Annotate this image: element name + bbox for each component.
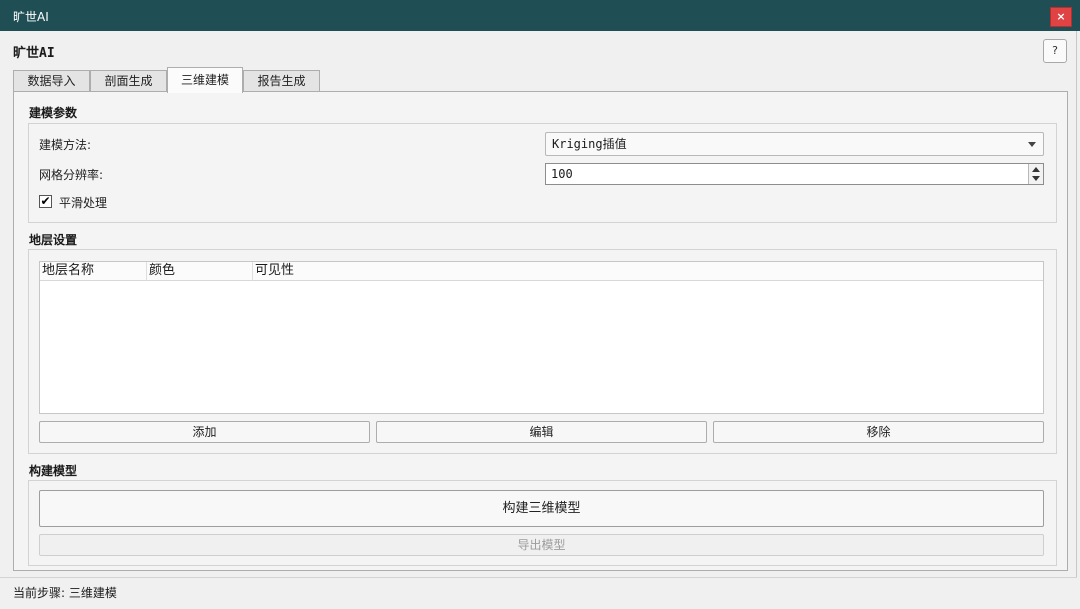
tab-panel-3d-modeling: 建模参数 建模方法: Kriging插值 网格分辨率: 100 ✔ 平滑处理 地… — [13, 91, 1068, 571]
resolution-spinbox[interactable]: 100 — [545, 163, 1044, 185]
column-header-layer-name[interactable]: 地层名称 — [40, 262, 147, 281]
spin-up-icon[interactable] — [1032, 167, 1040, 172]
tab-report-generation[interactable]: 报告生成 — [243, 70, 320, 92]
layer-table-header: 地层名称 颜色 可见性 — [40, 262, 1043, 281]
column-header-color[interactable]: 颜色 — [147, 262, 253, 281]
layer-settings-group: 地层名称 颜色 可见性 添加 编辑 移除 — [28, 249, 1057, 454]
build-model-title: 构建模型 — [29, 464, 78, 478]
modeling-params-group: 建模方法: Kriging插值 网格分辨率: 100 ✔ 平滑处理 — [28, 123, 1057, 223]
smooth-checkbox[interactable]: ✔ — [39, 195, 52, 208]
resolution-label: 网格分辨率: — [39, 168, 104, 182]
close-icon: × — [1056, 10, 1066, 23]
build-model-group: 构建三维模型 导出模型 — [28, 480, 1057, 566]
method-value: Kriging插值 — [552, 137, 627, 151]
tab-data-import[interactable]: 数据导入 — [13, 70, 90, 92]
status-bar: 当前步骤: 三维建模 — [0, 577, 1077, 602]
resolution-value: 100 — [551, 167, 573, 181]
title-bar: 旷世AI × — [0, 0, 1080, 31]
app-heading: 旷世AI — [13, 46, 55, 61]
modeling-params-title: 建模参数 — [29, 106, 78, 120]
build-3d-model-button[interactable]: 构建三维模型 — [39, 490, 1044, 527]
edit-layer-button[interactable]: 编辑 — [376, 421, 707, 443]
method-select[interactable]: Kriging插值 — [545, 132, 1044, 156]
layer-table[interactable]: 地层名称 颜色 可见性 — [39, 261, 1044, 414]
help-icon: ? — [1052, 44, 1058, 57]
tab-3d-modeling[interactable]: 三维建模 — [167, 67, 243, 93]
export-model-button[interactable]: 导出模型 — [39, 534, 1044, 556]
tab-profile-generation[interactable]: 剖面生成 — [90, 70, 167, 92]
spin-buttons[interactable] — [1028, 164, 1043, 184]
layer-settings-title: 地层设置 — [29, 233, 78, 247]
smooth-label: 平滑处理 — [59, 196, 108, 210]
chevron-down-icon — [1028, 142, 1036, 147]
check-icon: ✔ — [40, 194, 51, 208]
window-title: 旷世AI — [13, 10, 49, 24]
close-button[interactable]: × — [1050, 7, 1072, 27]
add-layer-button[interactable]: 添加 — [39, 421, 370, 443]
remove-layer-button[interactable]: 移除 — [713, 421, 1044, 443]
help-button[interactable]: ? — [1043, 39, 1067, 63]
method-label: 建模方法: — [39, 138, 92, 152]
spin-down-icon[interactable] — [1032, 176, 1040, 181]
main-window: 旷世AI ? 数据导入 剖面生成 三维建模 报告生成 建模参数 建模方法: Kr… — [0, 31, 1077, 602]
column-header-visibility[interactable]: 可见性 — [253, 262, 1045, 281]
status-text: 当前步骤: 三维建模 — [13, 586, 117, 600]
